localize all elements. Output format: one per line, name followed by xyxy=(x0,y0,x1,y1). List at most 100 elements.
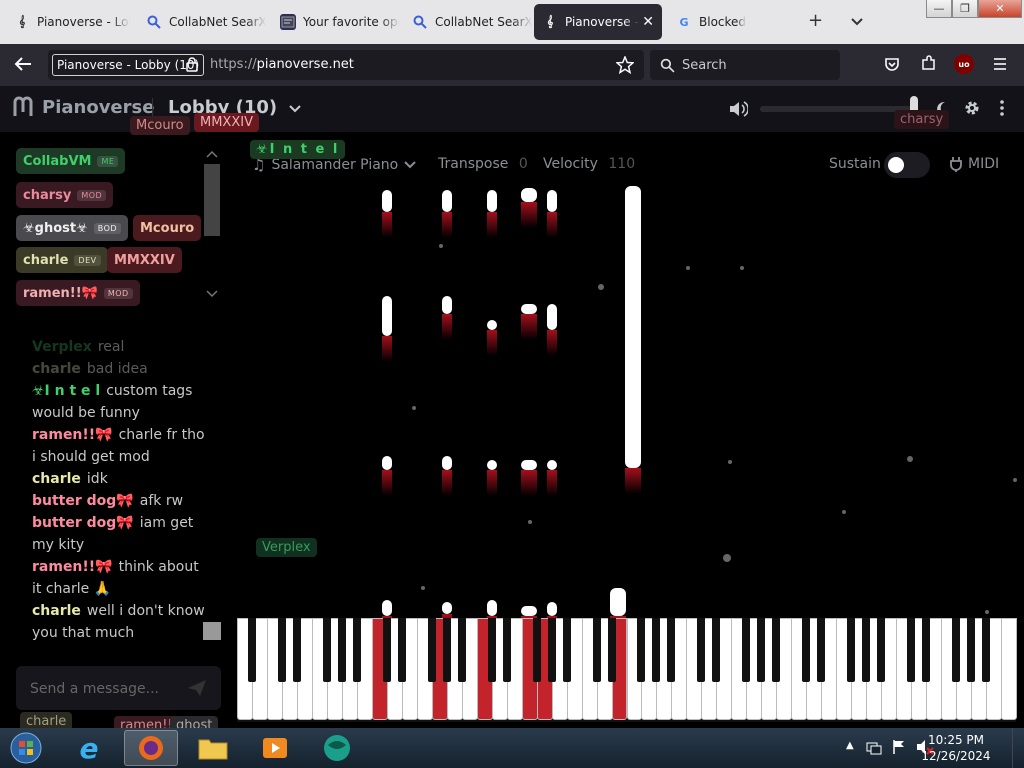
show-desktop-button[interactable] xyxy=(1012,728,1024,768)
new-tab-button[interactable]: + xyxy=(808,10,823,31)
url-bar[interactable]: Pianoverse - Lobby (10) https://pianover… xyxy=(48,50,644,80)
extensions-icon[interactable] xyxy=(920,55,937,76)
minimize-icon[interactable]: — xyxy=(926,0,952,18)
app-logo[interactable]: Pianoverse xyxy=(12,96,154,118)
firefox-icon[interactable] xyxy=(124,730,178,766)
piano-black-key[interactable] xyxy=(817,618,826,682)
scrollbar-thumb[interactable] xyxy=(204,164,220,236)
ublock-icon[interactable]: uo xyxy=(954,54,974,74)
piano-black-key[interactable] xyxy=(802,618,811,682)
user-badge[interactable]: charle DEV xyxy=(16,247,108,273)
piano-black-key[interactable] xyxy=(592,618,601,682)
chat-author[interactable]: Verplex xyxy=(32,339,92,355)
send-icon[interactable] xyxy=(187,679,207,697)
close-tab-icon[interactable]: ✕ xyxy=(642,14,654,30)
site-identity-label[interactable]: Pianoverse - Lobby (10) xyxy=(52,54,205,76)
piano-black-key[interactable] xyxy=(712,618,721,682)
piano-black-key[interactable] xyxy=(907,618,916,682)
explorer-folder-icon[interactable] xyxy=(186,730,240,766)
piano-black-key[interactable] xyxy=(277,618,286,682)
url-text[interactable]: https://pianoverse.net xyxy=(210,57,354,72)
globe-app-icon[interactable] xyxy=(310,730,364,766)
piano-black-key[interactable] xyxy=(562,618,571,682)
maximize-icon[interactable]: ❐ xyxy=(952,0,978,18)
piano-black-key[interactable] xyxy=(532,618,541,682)
user-badge[interactable]: ramen!!🎀 MOD xyxy=(16,280,140,306)
chat-author[interactable]: ramen!!🎀 xyxy=(32,559,113,575)
piano-black-key[interactable] xyxy=(862,618,871,682)
user-badge[interactable]: Mcouro xyxy=(133,215,202,241)
piano-black-key[interactable] xyxy=(292,618,301,682)
sustain-toggle[interactable] xyxy=(884,152,930,178)
chat-author[interactable]: charle xyxy=(32,471,81,487)
system-clock[interactable]: 10:25 PM 12/26/2024 xyxy=(918,732,994,764)
piano-black-key[interactable] xyxy=(442,618,451,682)
piano-black-key[interactable] xyxy=(637,618,646,682)
piano-black-key[interactable] xyxy=(607,618,616,682)
list-tabs-icon[interactable] xyxy=(850,12,864,31)
piano-black-key[interactable] xyxy=(352,618,361,682)
search-field[interactable]: Search xyxy=(650,50,840,80)
piano-black-key[interactable] xyxy=(322,618,331,682)
piano-black-key[interactable] xyxy=(877,618,886,682)
browser-tab-active[interactable]: 𝄞 Pianoverse - Lobby ✕ xyxy=(534,4,662,40)
piano-black-key[interactable] xyxy=(427,618,436,682)
pocket-icon[interactable] xyxy=(884,56,900,76)
piano-black-key[interactable] xyxy=(457,618,466,682)
piano-black-key[interactable] xyxy=(667,618,676,682)
user-badge[interactable]: MMXXIV xyxy=(107,247,182,273)
browser-tab[interactable]: G Blocked xyxy=(668,4,796,40)
network-tray-icon[interactable] xyxy=(866,740,882,759)
back-icon[interactable] xyxy=(14,56,32,76)
chat-author[interactable]: charle xyxy=(32,603,81,619)
chat-author[interactable]: charle xyxy=(32,361,81,377)
piano-black-key[interactable] xyxy=(337,618,346,682)
midi-button[interactable]: MIDI xyxy=(950,156,999,172)
piano-black-key[interactable] xyxy=(397,618,406,682)
window-close-icon[interactable]: ✕ xyxy=(978,0,1022,18)
menu-icon[interactable] xyxy=(992,56,1008,75)
message-input[interactable]: Send a message... xyxy=(16,666,221,710)
piano-black-key[interactable] xyxy=(502,618,511,682)
piano-black-key[interactable] xyxy=(952,618,961,682)
piano-black-key[interactable] xyxy=(757,618,766,682)
browser-tab[interactable]: CollabNet SearXNG xyxy=(138,4,266,40)
volume-slider[interactable] xyxy=(760,96,918,122)
user-list-scrollbar[interactable] xyxy=(204,150,220,300)
user-badge[interactable]: CollabVM ME xyxy=(16,148,126,174)
scroll-up-icon[interactable] xyxy=(206,150,218,158)
more-options-icon[interactable] xyxy=(999,99,1005,121)
piano-black-key[interactable] xyxy=(982,618,991,682)
browser-tab[interactable]: 𝄞 Pianoverse - Lobby xyxy=(6,4,130,40)
piano-black-key[interactable] xyxy=(382,618,391,682)
transpose-control[interactable]: Transpose 0 xyxy=(438,156,528,172)
media-player-icon[interactable] xyxy=(248,730,302,766)
start-button[interactable] xyxy=(6,730,46,766)
chat-author[interactable]: ramen!!🎀 xyxy=(32,427,113,443)
piano-black-key[interactable] xyxy=(772,618,781,682)
browser-tab[interactable]: CollabNet SearXNG xyxy=(404,4,532,40)
piano-black-key[interactable] xyxy=(742,618,751,682)
user-badge[interactable]: charsy MOD xyxy=(16,182,114,208)
settings-gear-icon[interactable] xyxy=(963,99,981,121)
bookmark-star-icon[interactable] xyxy=(615,55,635,78)
velocity-control[interactable]: Velocity 110 xyxy=(543,156,635,172)
tray-expand-icon[interactable]: ▲ xyxy=(846,740,854,751)
ie-icon[interactable]: e xyxy=(62,730,116,766)
volume-icon[interactable] xyxy=(728,100,749,122)
piano-black-key[interactable] xyxy=(847,618,856,682)
piano-keyboard[interactable] xyxy=(237,618,1017,722)
piano-black-key[interactable] xyxy=(247,618,256,682)
piano-white-key[interactable] xyxy=(1001,618,1017,720)
piano-black-key[interactable] xyxy=(652,618,661,682)
chat-author[interactable]: ☣I n t e l xyxy=(32,383,100,399)
piano-black-key[interactable] xyxy=(922,618,931,682)
scroll-down-icon[interactable] xyxy=(206,290,218,298)
user-badge[interactable]: ☣ghost☣ BOD xyxy=(16,215,129,241)
piano-black-key[interactable] xyxy=(967,618,976,682)
chat-author[interactable]: butter dog🎀 xyxy=(32,515,134,531)
chat-author[interactable]: butter dog🎀 xyxy=(32,493,134,509)
piano-black-key[interactable] xyxy=(487,618,496,682)
piano-black-key[interactable] xyxy=(697,618,706,682)
action-center-flag-icon[interactable] xyxy=(892,739,906,759)
